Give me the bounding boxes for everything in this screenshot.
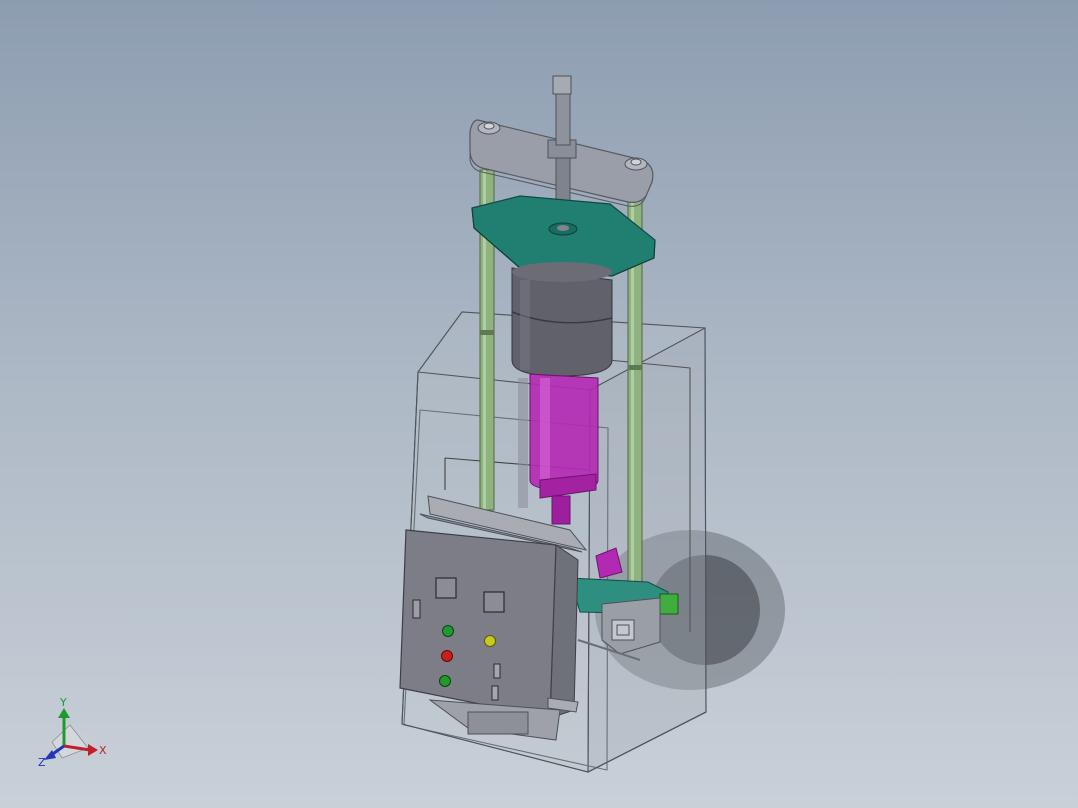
toggle-switch-2[interactable]: [491, 685, 499, 701]
press-assembly-model[interactable]: Y X Z: [0, 0, 1078, 808]
selector-switch[interactable]: [412, 599, 421, 619]
lamp-red: [441, 650, 453, 662]
lamp-green-bottom: [439, 675, 451, 687]
toggle-switch-1[interactable]: [493, 663, 501, 679]
meter-window-right: [483, 591, 505, 613]
lamp-yellow: [484, 635, 496, 647]
triad-y-label: Y: [59, 696, 67, 709]
hydraulic-cylinder[interactable]: [511, 262, 613, 377]
triad-z-label: Z: [38, 756, 46, 769]
cad-graphics-viewport[interactable]: Y X Z: [0, 0, 1078, 808]
lamp-green-top: [442, 625, 454, 637]
coordinate-triad-icon: Y X Z: [38, 696, 107, 769]
triad-x-label: X: [99, 744, 107, 757]
meter-window-left: [435, 577, 457, 599]
